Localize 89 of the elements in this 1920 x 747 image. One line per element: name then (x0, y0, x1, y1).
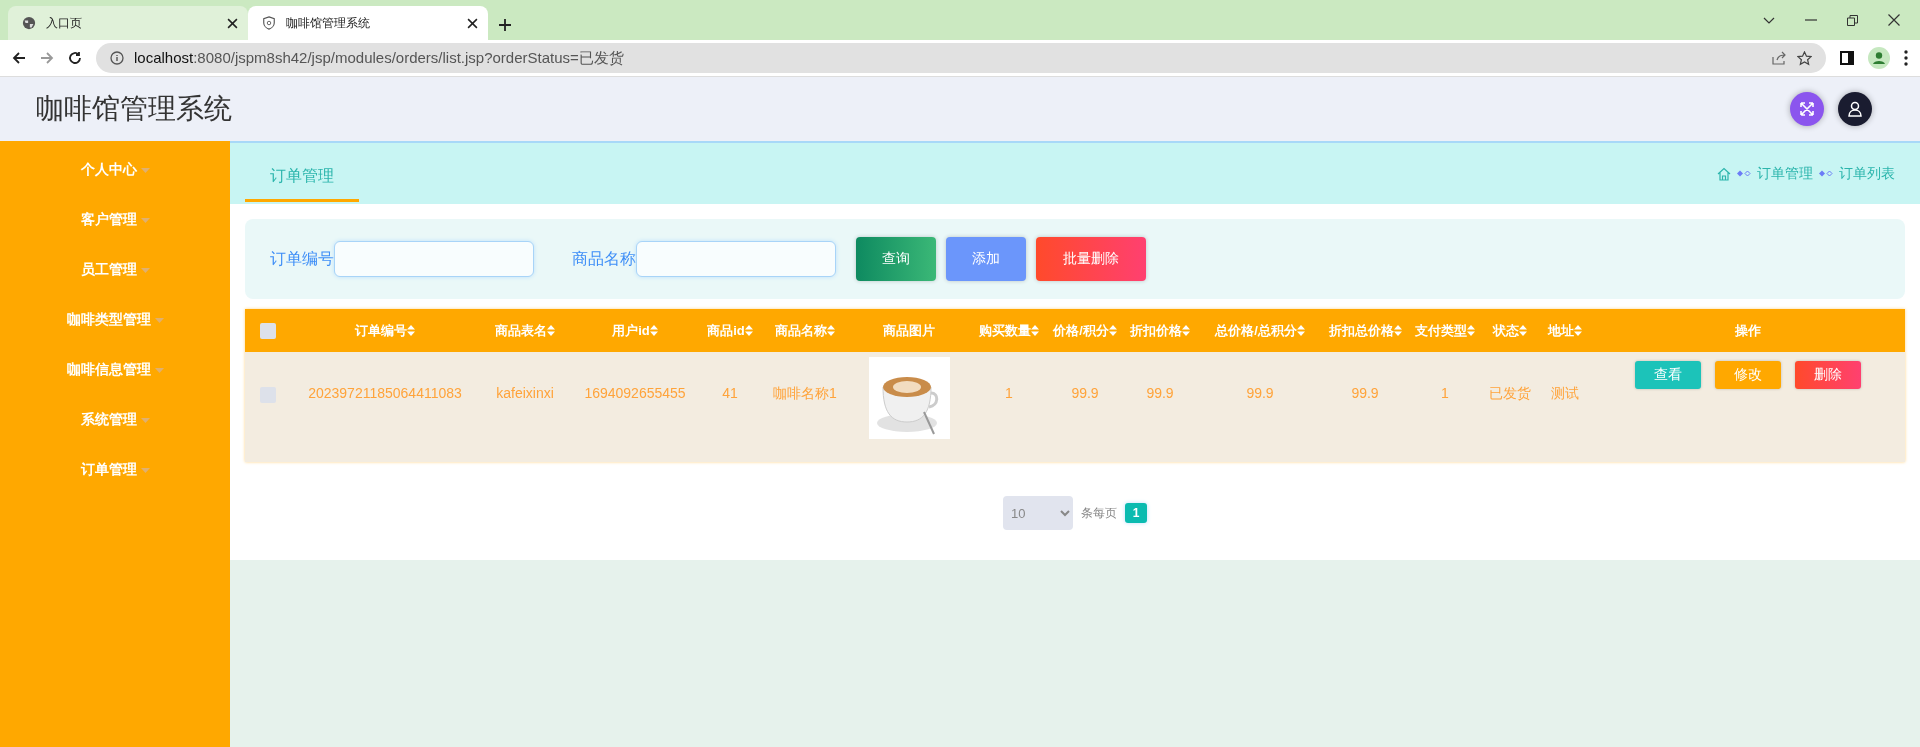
more-icon[interactable] (1904, 50, 1908, 66)
table-cell: 99.9 (1146, 385, 1174, 401)
table-cell: 1694092655455 (584, 385, 686, 401)
sort-icon[interactable] (1108, 325, 1117, 336)
table-cell: 测试 (1551, 385, 1579, 403)
address-bar[interactable]: localhost:8080/jspm8sh42/jsp/modules/orders/list.jsp?orderStatus=已发货 (96, 43, 1826, 73)
table-cell: 20239721185064411083 (308, 385, 462, 401)
browser-tab[interactable]: 咖啡馆管理系统 (248, 6, 488, 40)
sort-icon[interactable] (1182, 325, 1190, 336)
search-field[interactable] (636, 241, 836, 277)
separator-icon (1737, 170, 1751, 177)
page-size-select[interactable]: 10 (1003, 496, 1073, 530)
back-icon[interactable] (12, 51, 26, 65)
browser-tab[interactable]: 入口页 (8, 6, 248, 40)
expand-arrows-icon (1799, 101, 1815, 117)
breadcrumb-link[interactable]: 订单管理 (1757, 164, 1813, 183)
per-page-label: 条每页 (1081, 504, 1117, 522)
sort-icon[interactable] (1031, 325, 1039, 336)
profile-icon[interactable] (1868, 47, 1890, 69)
sidebar-icon[interactable] (1840, 51, 1854, 65)
sort-icon[interactable] (649, 325, 658, 336)
table-cell: 99.9 (1246, 385, 1274, 401)
fullscreen-button[interactable] (1790, 92, 1824, 126)
chevron-down-icon[interactable] (1763, 16, 1775, 24)
table-cell: 咖啡名称1 (773, 385, 837, 403)
field-label: 订单编号 (270, 248, 334, 269)
caret-icon (140, 417, 150, 423)
app-title: 咖啡馆管理系统 (36, 92, 233, 126)
url-text: localhost:8080/jspm8sh42/jsp/modules/orders/list.jsp?orderStatus=已发货 (134, 48, 625, 68)
sidebar-item[interactable]: 咖啡类型管理 (0, 295, 230, 345)
sidebar-item[interactable]: 订单管理 (0, 445, 230, 495)
user-button[interactable] (1838, 92, 1872, 126)
sort-icon[interactable] (744, 325, 753, 336)
delete-button[interactable]: 批量删除 (1036, 237, 1146, 281)
table-cell: 1 (1005, 385, 1013, 401)
restore-icon[interactable] (1847, 14, 1858, 26)
close-icon[interactable] (227, 17, 238, 29)
checkbox[interactable] (259, 322, 276, 339)
query-button[interactable]: 查询 (856, 237, 936, 281)
table-cell: kafeixinxi (496, 385, 554, 401)
share-icon[interactable] (1772, 51, 1787, 65)
reload-icon[interactable] (68, 51, 82, 65)
sort-icon[interactable] (407, 325, 415, 336)
search-field[interactable] (334, 241, 534, 277)
sidebar-item[interactable]: 员工管理 (0, 245, 230, 295)
separator-icon (1819, 170, 1833, 177)
sort-icon[interactable] (1467, 325, 1475, 336)
caret-icon (154, 367, 164, 373)
caret-icon (140, 167, 150, 173)
sidebar-item[interactable]: 客户管理 (0, 195, 230, 245)
column-header[interactable]: 用户id (612, 321, 658, 340)
page-tab[interactable]: 订单管理 (245, 153, 359, 202)
field-label: 商品名称 (572, 248, 636, 269)
caret-icon (154, 317, 164, 323)
column-header: 商品图片 (883, 321, 935, 340)
close-icon[interactable] (1888, 14, 1900, 26)
delete-button[interactable]: 删除 (1794, 361, 1861, 389)
table-cell: 已发货 (1489, 385, 1531, 403)
plus-icon[interactable] (498, 18, 512, 32)
caret-icon (140, 217, 150, 223)
column-header[interactable]: 订单编号 (355, 321, 415, 340)
sort-icon[interactable] (827, 325, 835, 336)
table-cell: 99.9 (1351, 385, 1379, 401)
breadcrumb-link[interactable]: 订单列表 (1839, 164, 1895, 183)
add-button[interactable]: 添加 (946, 237, 1026, 281)
close-icon[interactable] (467, 17, 478, 29)
sidebar-item[interactable]: 系统管理 (0, 395, 230, 445)
table-cell: 41 (722, 385, 738, 401)
caret-icon (140, 267, 150, 273)
table-cell: 1 (1441, 385, 1449, 401)
user-icon (1847, 101, 1863, 117)
table-cell: 99.9 (1071, 385, 1099, 401)
page-button[interactable]: 1 (1125, 503, 1147, 523)
info-icon[interactable] (110, 51, 124, 65)
sort-icon[interactable] (1574, 325, 1582, 336)
home-icon[interactable] (1717, 166, 1731, 181)
shield-icon (262, 16, 276, 30)
edit-button[interactable]: 修改 (1714, 361, 1781, 389)
sort-icon[interactable] (1393, 325, 1402, 336)
view-button[interactable]: 查看 (1634, 361, 1701, 389)
sort-icon[interactable] (1296, 325, 1305, 336)
star-icon[interactable] (1797, 50, 1812, 66)
sort-icon[interactable] (547, 325, 555, 336)
sidebar-item[interactable]: 咖啡信息管理 (0, 345, 230, 395)
globe-icon (22, 16, 36, 30)
caret-icon (140, 467, 150, 473)
sort-icon[interactable] (1519, 325, 1527, 336)
column-header: 操作 (1734, 321, 1761, 340)
sidebar-item[interactable]: 个人中心 (0, 145, 230, 195)
